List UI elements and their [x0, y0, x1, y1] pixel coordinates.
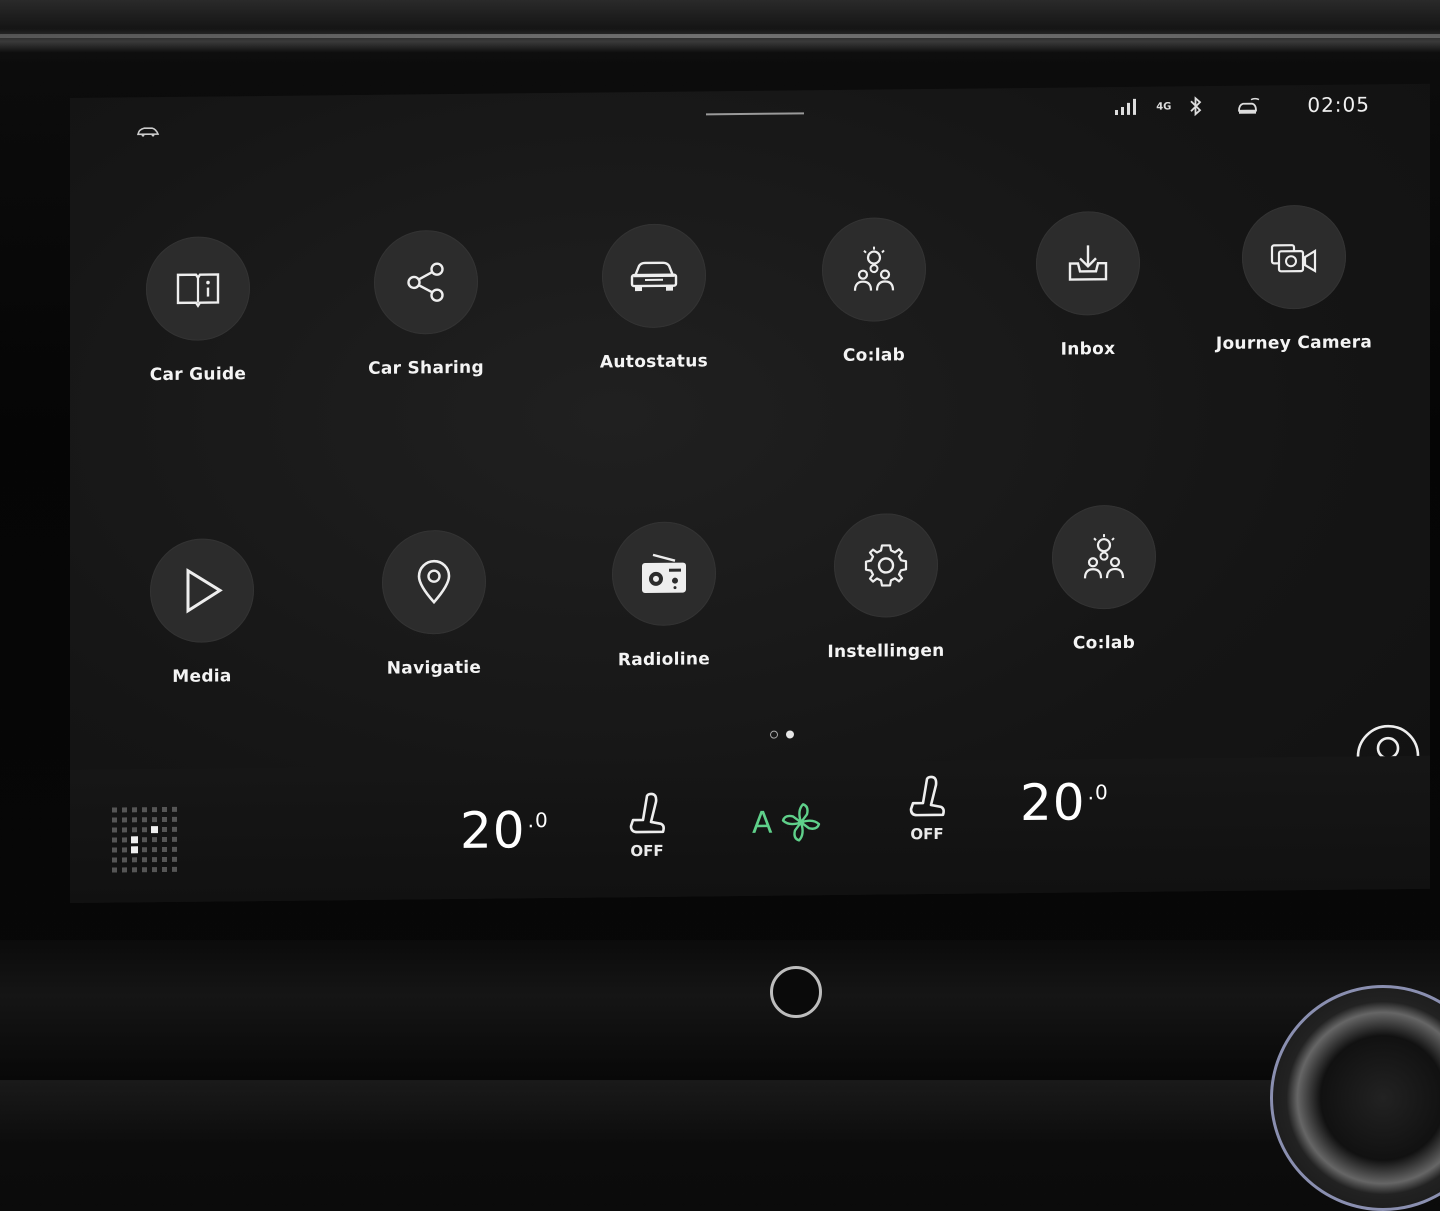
app-label: Autostatus [600, 351, 708, 372]
bluetooth-icon [1189, 96, 1203, 116]
driver-temp-decimal: .0 [528, 808, 549, 832]
app-icon-button[interactable] [1242, 205, 1346, 310]
seat-heat-icon [627, 790, 667, 842]
bezel-trim [0, 34, 1440, 38]
app-icon-button[interactable] [150, 538, 254, 643]
app-radioline[interactable]: Radioline [564, 521, 764, 671]
app-label: Radioline [618, 649, 710, 670]
dashboard-bezel [0, 0, 1440, 52]
fan-icon [779, 800, 823, 844]
book-icon [174, 268, 222, 309]
dashboard-lower-trim [0, 940, 1440, 1080]
app-car-sharing[interactable]: Car Sharing [326, 229, 526, 379]
fan-mode-label: A [752, 805, 773, 840]
passenger-temp-decimal: .0 [1088, 780, 1109, 804]
app-label: Inbox [1061, 339, 1116, 360]
app-label: Car Sharing [368, 358, 484, 379]
passenger-seat-heat-button[interactable]: OFF [902, 773, 952, 844]
app-icon-button[interactable] [822, 217, 926, 322]
app-media[interactable]: Media [102, 538, 302, 688]
passenger-temperature[interactable]: 20.0 [1020, 773, 1109, 832]
app-label: Co:lab [843, 345, 905, 366]
app-journey-camera[interactable]: Journey Camera [1194, 204, 1394, 354]
app-navigatie[interactable]: Navigatie [334, 529, 534, 679]
app-autostatus[interactable]: Autostatus [554, 223, 754, 373]
car-status-icon [136, 125, 160, 137]
app-launcher-grid-icon[interactable] [110, 805, 182, 878]
app-colab-2[interactable]: Co:lab [1004, 504, 1204, 654]
app-icon-button[interactable] [146, 236, 250, 341]
status-icons: 4G 02:05 [1114, 92, 1370, 119]
driver-seat-heat-button[interactable]: OFF [622, 790, 672, 861]
app-icon-button[interactable] [602, 223, 706, 328]
gear-icon [862, 541, 910, 590]
colab-icon [850, 244, 898, 295]
page-dot-1[interactable] [770, 731, 778, 739]
app-colab[interactable]: Co:lab [774, 217, 974, 367]
app-label: Instellingen [827, 641, 944, 662]
home-button[interactable] [770, 966, 822, 1018]
app-icon-button[interactable] [374, 230, 478, 335]
colab-icon [1080, 532, 1128, 583]
app-icon-button[interactable] [1036, 211, 1140, 316]
infotainment-screen: 4G 02:05 Car Gui [70, 84, 1430, 903]
clock: 02:05 [1307, 92, 1370, 117]
driver-temperature[interactable]: 20.0 [460, 801, 549, 860]
signal-strength-icon [1114, 98, 1138, 116]
app-icon-button[interactable] [1052, 505, 1156, 610]
notification-drag-handle[interactable] [706, 112, 804, 115]
app-instellingen[interactable]: Instellingen [786, 512, 986, 662]
seat-heat-icon [907, 773, 947, 825]
driver-temp-value: 20 [460, 801, 526, 860]
app-label: Journey Camera [1216, 332, 1372, 354]
status-bar: 4G 02:05 [70, 84, 1430, 158]
page-dot-2-active[interactable] [786, 730, 794, 738]
app-icon-button[interactable] [834, 513, 938, 618]
page-indicator[interactable] [770, 730, 794, 738]
passenger-seat-status: OFF [902, 825, 952, 844]
network-type: 4G [1156, 101, 1171, 112]
camera-icon [1269, 237, 1319, 278]
app-label: Navigatie [387, 658, 481, 679]
app-label: Co:lab [1073, 633, 1135, 654]
app-label: Media [172, 666, 231, 687]
app-icon-button[interactable] [382, 530, 486, 635]
car-front-icon [629, 258, 679, 295]
app-car-guide[interactable]: Car Guide [98, 236, 298, 386]
climate-bar: 20.0 OFF A OFF [70, 756, 1430, 903]
app-label: Car Guide [150, 364, 247, 385]
fan-auto-button[interactable]: A [752, 800, 823, 845]
app-icon-button[interactable] [612, 521, 716, 626]
app-inbox[interactable]: Inbox [988, 210, 1188, 360]
driver-seat-status: OFF [622, 842, 672, 861]
passenger-temp-value: 20 [1020, 773, 1086, 832]
map-pin-icon [414, 558, 454, 606]
radio-icon [639, 551, 689, 598]
connected-car-icon [1235, 96, 1261, 116]
play-icon [180, 566, 224, 614]
inbox-download-icon [1066, 241, 1110, 285]
share-icon [403, 259, 449, 305]
